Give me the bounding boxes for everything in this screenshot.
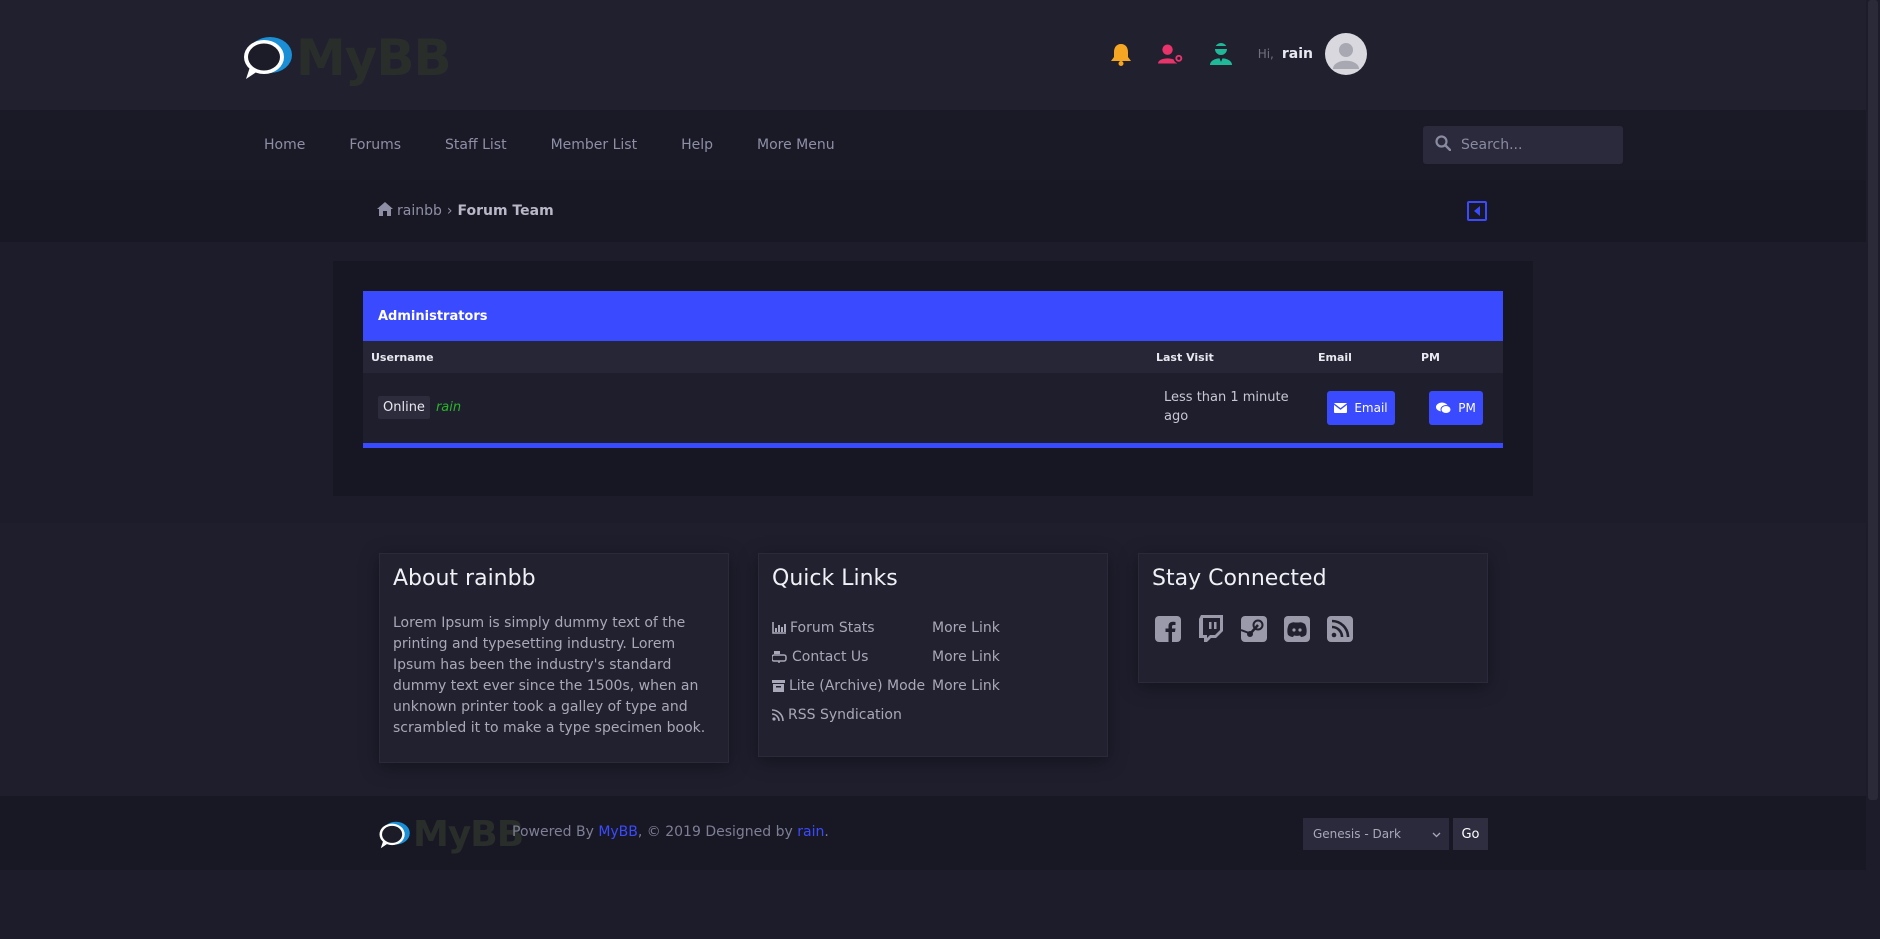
mybb-link[interactable]: MyBB xyxy=(598,824,638,840)
steam-icon[interactable] xyxy=(1238,613,1270,645)
powered-by-text: Powered By MyBB, © 2019 Designed by rain… xyxy=(512,824,829,840)
search-icon[interactable] xyxy=(1435,135,1452,155)
search-box xyxy=(1423,126,1623,164)
theme-select-value: Genesis - Dark xyxy=(1313,827,1401,841)
nav-link-more-menu[interactable]: More Menu xyxy=(757,137,835,153)
discord-icon[interactable] xyxy=(1281,613,1313,645)
nav-link-member-list[interactable]: Member List xyxy=(551,137,638,153)
rss-icon[interactable] xyxy=(1324,613,1356,645)
footer-logo-text: MyBB xyxy=(413,814,524,855)
search-input[interactable] xyxy=(1461,137,1611,153)
envelope-icon xyxy=(1334,403,1348,413)
email-button-label: Email xyxy=(1354,401,1388,415)
team-table: Administrators Username Last Visit Email… xyxy=(363,291,1503,448)
quick-link-more-2[interactable]: More Link xyxy=(932,649,1000,665)
footer-logo[interactable]: MyBB xyxy=(377,814,524,855)
quick-link-row: Lite (Archive) Mode More Link xyxy=(772,671,1094,700)
avatar[interactable] xyxy=(1325,33,1367,75)
quick-link-label: Contact Us xyxy=(792,648,869,665)
breadcrumb-home-link[interactable]: rainbb xyxy=(397,203,442,219)
notifications-bell-icon[interactable] xyxy=(1108,41,1134,67)
logo-bubble-icon xyxy=(379,821,410,848)
quick-link-more-3[interactable]: More Link xyxy=(932,678,1000,694)
chevron-down-icon xyxy=(1432,827,1441,841)
chat-bubbles-icon xyxy=(1436,402,1452,414)
table-header-row: Username Last Visit Email PM xyxy=(363,341,1503,373)
home-icon[interactable] xyxy=(377,202,393,220)
quick-link-contact-us[interactable]: Contact Us xyxy=(772,649,932,665)
about-text: Lorem Ipsum is simply dummy text of the … xyxy=(393,615,706,736)
online-status-badge: Online xyxy=(378,396,430,419)
nav-link-forums[interactable]: Forums xyxy=(349,137,401,153)
bottom-bar xyxy=(0,796,1866,870)
designer-link[interactable]: rain xyxy=(797,824,824,840)
greeting-label: Hi, xyxy=(1257,47,1274,61)
social-links xyxy=(1152,613,1474,645)
user-cp-icon[interactable] xyxy=(1157,41,1184,67)
user-panel: Hi, rain xyxy=(1084,32,1367,76)
logo-text: MyBB xyxy=(296,29,452,87)
twitch-icon[interactable] xyxy=(1195,613,1227,645)
quick-links-title: Quick Links xyxy=(772,566,898,591)
powered-prefix: Powered By xyxy=(512,824,599,840)
mod-cp-icon[interactable] xyxy=(1208,41,1234,67)
facebook-icon[interactable] xyxy=(1152,613,1184,645)
quick-links-widget: Quick Links Forum Stats More Link Contac… xyxy=(758,553,1108,757)
powered-suffix: . xyxy=(824,824,829,840)
quick-link-label: RSS Syndication xyxy=(788,706,902,723)
member-cell: Online rain xyxy=(378,396,461,419)
scrollbar-thumb[interactable] xyxy=(1868,0,1878,800)
pm-button-label: PM xyxy=(1458,401,1476,415)
quick-link-forum-stats[interactable]: Forum Stats xyxy=(772,620,932,636)
archive-icon xyxy=(772,679,785,692)
group-title: Administrators xyxy=(363,291,1503,341)
mailbox-icon xyxy=(772,650,787,663)
quick-link-rss[interactable]: RSS Syndication xyxy=(772,707,932,723)
stay-connected-widget: Stay Connected xyxy=(1138,553,1488,683)
main-navigation: Home Forums Staff List Member List Help … xyxy=(0,110,1866,180)
breadcrumb: rainbb › Forum Team xyxy=(377,180,554,242)
quick-link-row: Contact Us More Link xyxy=(772,642,1094,671)
pm-button[interactable]: PM xyxy=(1429,391,1483,425)
quick-link-row: Forum Stats More Link xyxy=(772,613,1094,642)
col-username: Username xyxy=(371,350,434,364)
email-button[interactable]: Email xyxy=(1327,391,1395,425)
col-last-visit: Last Visit xyxy=(1156,350,1214,364)
about-title: About rainbb xyxy=(393,566,536,591)
theme-select[interactable]: Genesis - Dark xyxy=(1303,818,1449,850)
nav-link-home[interactable]: Home xyxy=(264,137,305,153)
quick-link-more-1[interactable]: More Link xyxy=(932,620,1000,636)
stay-connected-title: Stay Connected xyxy=(1152,566,1327,591)
header-username-link[interactable]: rain xyxy=(1282,46,1313,62)
quick-link-row: RSS Syndication xyxy=(772,700,1094,729)
site-logo[interactable]: MyBB xyxy=(240,28,452,88)
breadcrumb-bar: rainbb › Forum Team xyxy=(0,180,1866,242)
nav-link-help[interactable]: Help xyxy=(681,137,713,153)
breadcrumb-separator: › xyxy=(446,203,453,219)
rss-small-icon xyxy=(772,708,784,721)
about-widget: About rainbb Lorem Ipsum is simply dummy… xyxy=(379,553,729,763)
breadcrumb-current: Forum Team xyxy=(457,203,554,219)
member-name-link[interactable]: rain xyxy=(436,400,461,415)
logo-bubble-icon xyxy=(240,33,294,83)
col-email: Email xyxy=(1318,350,1352,364)
table-row: Online rain Less than 1 minute ago Email… xyxy=(363,373,1503,448)
sidebar-collapse-icon[interactable] xyxy=(1467,201,1487,221)
nav-links: Home Forums Staff List Member List Help … xyxy=(264,110,879,180)
quick-link-label: Lite (Archive) Mode xyxy=(789,677,926,694)
powered-mid: , © 2019 Designed by xyxy=(637,824,798,840)
quick-link-label: Forum Stats xyxy=(790,619,875,636)
quick-link-lite-mode[interactable]: Lite (Archive) Mode xyxy=(772,678,932,694)
last-visit-value: Less than 1 minute ago xyxy=(1164,390,1289,424)
col-pm: PM xyxy=(1421,350,1441,364)
bar-chart-icon xyxy=(772,621,786,634)
theme-go-button[interactable]: Go xyxy=(1453,818,1488,850)
nav-link-staff-list[interactable]: Staff List xyxy=(445,137,507,153)
